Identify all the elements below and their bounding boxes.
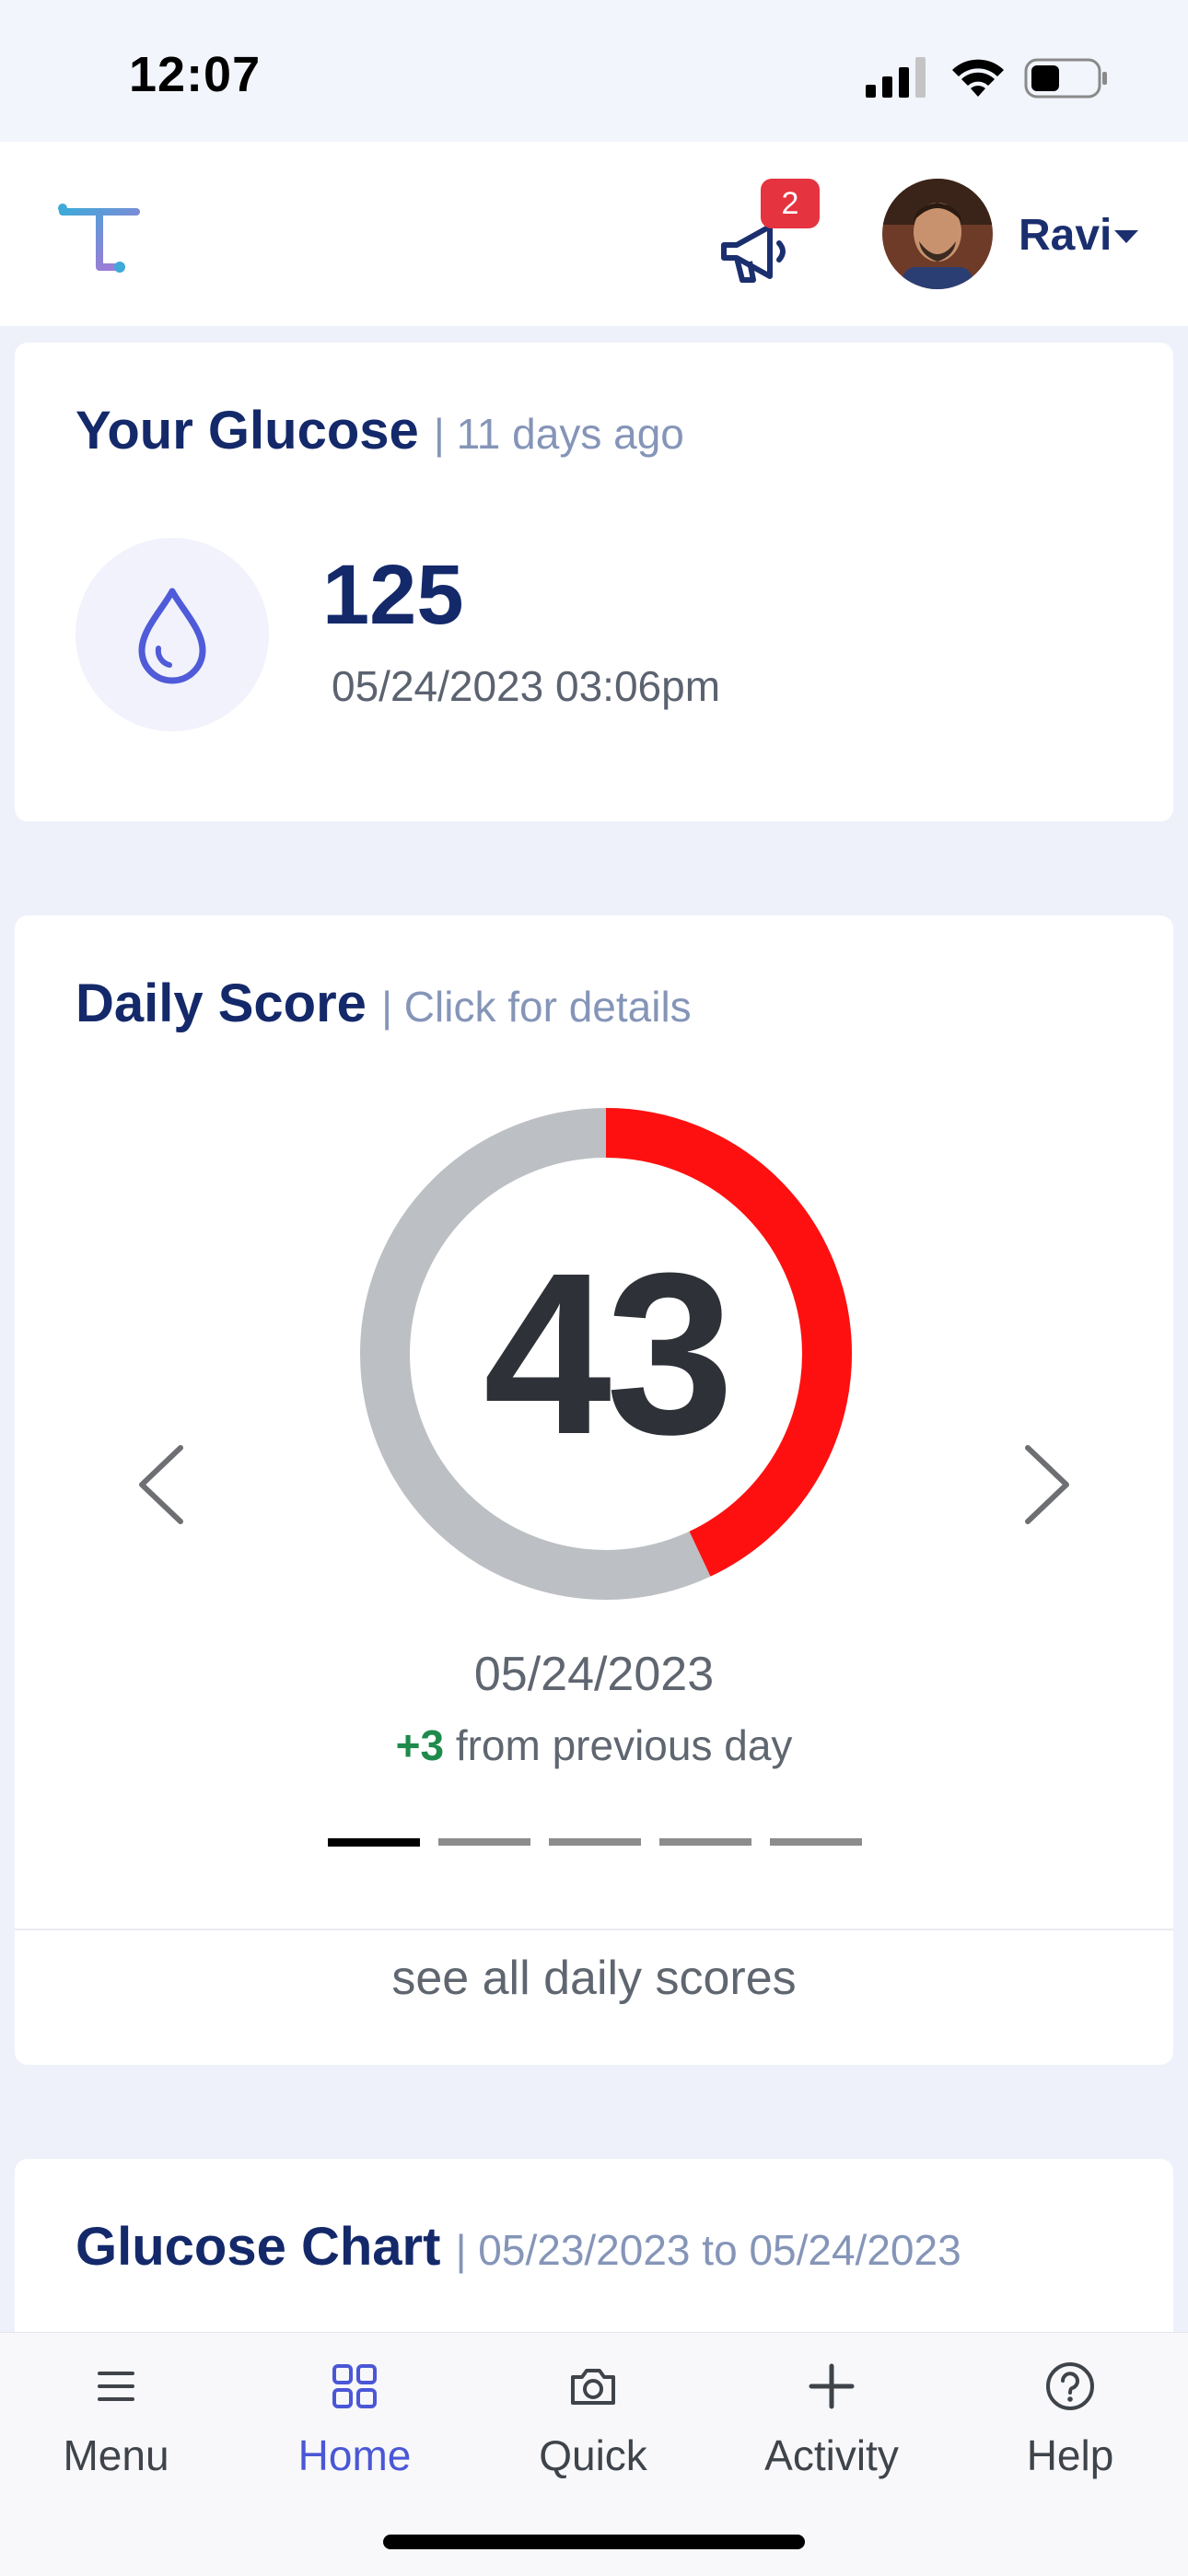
status-bar: 12:07 [0, 0, 1188, 142]
menu-icon [98, 2372, 134, 2401]
glucose-card[interactable]: Your Glucose | 11 days ago 125 05/24/202… [15, 343, 1173, 822]
daily-score-title: Daily Score [76, 973, 367, 1033]
nav-label-quick: Quick [539, 2431, 647, 2479]
carousel-dot[interactable] [659, 1838, 751, 1846]
nav-label-home: Home [297, 2431, 412, 2479]
carousel-dot[interactable] [549, 1838, 641, 1846]
notification-badge: 2 [761, 179, 820, 228]
carousel-dot[interactable] [438, 1838, 530, 1846]
score-delta-line: +3 from previous day [15, 1720, 1173, 1770]
grid-icon [332, 2364, 377, 2408]
glucose-card-title: Your Glucose | 11 days ago [76, 400, 684, 461]
daily-score-card[interactable]: Daily Score | Click for details 43 05/24… [15, 915, 1173, 2065]
glucose-value: 125 [322, 548, 464, 642]
app-header: 2 Ravi [0, 142, 1188, 326]
glucose-icon-circle [76, 538, 269, 731]
nav-label-activity: Activity [764, 2431, 899, 2479]
user-name[interactable]: Ravi [1019, 210, 1112, 261]
carousel-dot[interactable] [770, 1838, 862, 1846]
plus-icon [809, 2363, 855, 2409]
nav-item-home[interactable]: Home [262, 2360, 447, 2480]
carousel-dot[interactable] [328, 1838, 420, 1847]
nav-item-help[interactable]: Help [978, 2360, 1162, 2480]
wifi-icon [952, 59, 1004, 97]
score-value: 43 [483, 1225, 734, 1482]
score-date: 05/24/2023 [473, 1648, 715, 1701]
water-drop-icon [138, 588, 206, 684]
nav-item-activity[interactable]: Activity [740, 2360, 924, 2480]
chevron-right-icon[interactable] [1015, 1440, 1079, 1529]
glucose-chart-subtitle: | 05/23/2023 to 05/24/2023 [455, 2226, 961, 2274]
camera-icon [571, 2369, 615, 2405]
status-time: 12:07 [129, 47, 262, 102]
daily-score-card-title[interactable]: Daily Score | Click for details [76, 973, 692, 1034]
glucose-chart-card-title: Glucose Chart | 05/23/2023 to 05/24/2023 [76, 2216, 961, 2278]
chevron-left-icon[interactable] [129, 1440, 193, 1529]
app-logo[interactable] [55, 193, 144, 282]
signal-icon [866, 57, 926, 98]
divider [15, 1929, 1173, 1930]
nav-item-menu[interactable]: Menu [24, 2360, 208, 2480]
glucose-timestamp: 05/24/2023 03:06pm [332, 662, 721, 710]
nav-label-help: Help [1026, 2431, 1114, 2479]
score-delta-text: from previous day [455, 1721, 793, 1769]
battery-icon [1024, 58, 1107, 99]
help-icon [1046, 2362, 1094, 2410]
avatar[interactable] [882, 179, 993, 289]
glucose-title: Your Glucose [76, 401, 419, 460]
nav-item-quick[interactable]: Quick [501, 2360, 685, 2480]
nav-label-menu: Menu [63, 2431, 169, 2479]
daily-score-subtitle[interactable]: | Click for details [381, 983, 692, 1031]
glucose-subtitle: | 11 days ago [433, 410, 684, 458]
score-delta-value: +3 [395, 1721, 445, 1769]
caret-down-icon[interactable] [1114, 230, 1138, 243]
glucose-chart-title: Glucose Chart [76, 2217, 441, 2277]
see-all-daily-scores-link[interactable]: see all daily scores [15, 1951, 1173, 2006]
carousel-indicators [328, 1838, 880, 1847]
home-indicator [383, 2535, 805, 2549]
